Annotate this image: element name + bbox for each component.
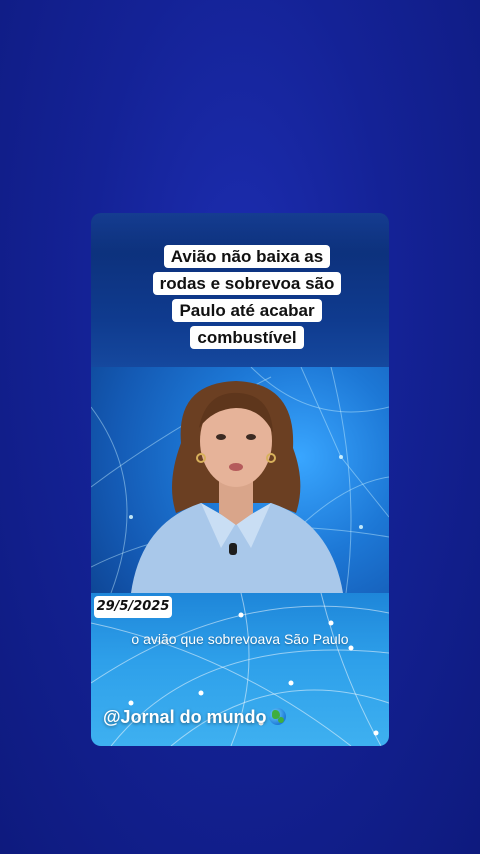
channel-handle-text: @Jornal do mundo: [103, 707, 267, 727]
presenter-figure: [131, 381, 343, 593]
channel-handle: @Jornal do mundo: [103, 707, 286, 728]
headline-line: Paulo até acabar: [172, 299, 322, 322]
video-card[interactable]: Avião não baixa as rodas e sobrevoa são …: [91, 213, 389, 746]
headline-caption: Avião não baixa as rodas e sobrevoa são …: [138, 243, 356, 351]
headline-line: combustível: [190, 326, 304, 349]
video-frame: [91, 367, 389, 593]
headline-line: rodas e sobrevoa são: [152, 272, 342, 295]
headline-line: Avião não baixa as: [163, 245, 331, 268]
globe-icon: [268, 708, 286, 725]
date-badge: 29/5/2025: [94, 596, 172, 618]
subtitle-caption: o avião que sobrevoava São Paulo: [131, 631, 349, 647]
